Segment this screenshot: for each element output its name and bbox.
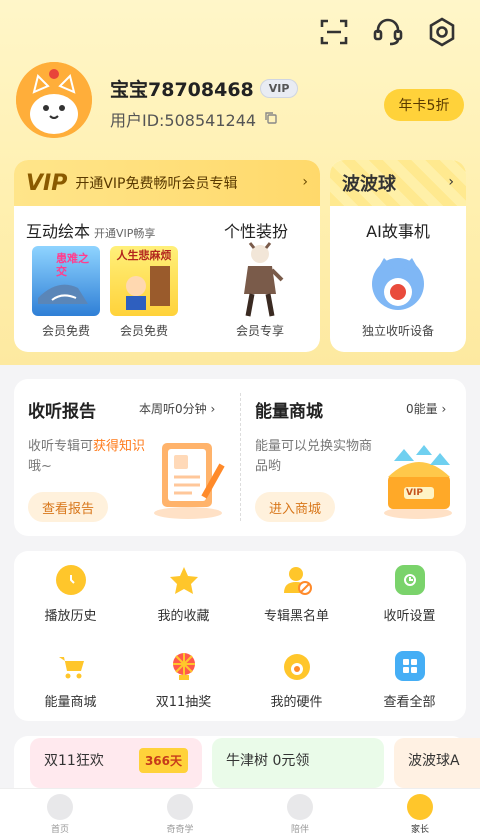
learn-icon (167, 793, 193, 820)
report-meta-text: 本周听0分钟 (139, 402, 207, 416)
tab-label: 家长 (410, 824, 429, 835)
tab-learn[interactable]: 奇奇学 (120, 789, 240, 839)
parent-icon (407, 793, 433, 820)
vip-banner[interactable]: VIP 开通VIP免费畅听会员专辑 (14, 160, 320, 206)
grid-item-blacklist[interactable]: 专辑黑名单 (240, 565, 353, 624)
copy-icon[interactable] (264, 110, 278, 129)
book-cover-2[interactable]: 人生悲麻烦 (110, 246, 178, 316)
chest-label: VIP (406, 488, 423, 498)
grid-label: 播放历史 (44, 609, 97, 624)
star-icon (169, 565, 199, 595)
book-caption-2: 会员免费 (119, 324, 168, 338)
grid-label: 查看全部 (383, 695, 436, 710)
report-desc-prefix: 收听专辑可 (28, 439, 94, 454)
costume-title: 个性装扮 (224, 222, 289, 241)
report-illustration (152, 437, 226, 519)
tab-parent[interactable]: 家长 (360, 789, 480, 839)
customer-service-icon[interactable] (368, 12, 408, 52)
vip-logo: VIP (26, 170, 68, 196)
bobo-device-image (366, 248, 430, 312)
grid-item-history[interactable]: 播放历史 (14, 565, 127, 624)
promo-badge: 366天 (138, 748, 188, 773)
avatar[interactable] (16, 62, 92, 138)
shop-title[interactable]: 能量商城 (255, 397, 323, 422)
report-meta[interactable]: 本周听0分钟 › (139, 400, 215, 417)
picture-book-sub: 开通VIP畅享 (94, 227, 156, 240)
view-report-button[interactable]: 查看报告 (28, 492, 109, 522)
vip-banner-text: 开通VIP免费畅听会员专辑 (75, 176, 238, 192)
settings-icon (394, 565, 425, 595)
scan-icon[interactable] (314, 12, 354, 52)
bobo-banner[interactable]: 波波球 (330, 160, 466, 206)
chevron-right-icon: › (448, 174, 454, 190)
grid-item-lottery[interactable]: 双11抽奖 (127, 651, 240, 710)
grid-label: 我的硬件 (270, 695, 323, 710)
report-desc-suffix: 哦~ (28, 459, 52, 474)
bobo-title: 波波球 (342, 174, 396, 195)
top-toolbar (314, 12, 462, 52)
user-id-row: 用户ID:508541244 (110, 107, 278, 131)
vip-card[interactable]: VIP 开通VIP免费畅听会员专辑 › 互动绘本 开通VIP畅享 个性装扮 患难之… (14, 160, 320, 352)
picture-book-label: 互动绘本 (26, 222, 91, 241)
grid-item-favorites[interactable]: 我的收藏 (127, 565, 240, 624)
promo-text: 牛津树 0元领 (226, 753, 310, 769)
picture-book-title: 互动绘本 开通VIP畅享 (26, 218, 155, 242)
book-cover-1[interactable]: 患难之交 (32, 246, 100, 316)
grid-label: 能量商城 (44, 695, 97, 710)
treasure-chest-image: VIP (380, 439, 458, 519)
costume-figure[interactable] (234, 242, 286, 318)
grid-icon (394, 651, 425, 681)
bobo-product: AI故事机 (366, 222, 430, 241)
promo-double11[interactable]: 双11狂欢 366天 (30, 738, 202, 788)
grid-label: 收听设置 (383, 609, 436, 624)
vip-badge: VIP (259, 79, 299, 98)
promo-text: 双11狂欢 (44, 753, 104, 769)
device-icon (282, 651, 312, 681)
shop-meta-text: 0能量 (406, 402, 438, 416)
tab-label: 陪伴 (290, 824, 309, 835)
report-title[interactable]: 收听报告 (28, 397, 96, 422)
grid-label: 专辑黑名单 (263, 609, 329, 624)
lottery-wheel-icon (169, 651, 199, 681)
promo-bobo[interactable]: 波波球A (394, 738, 480, 788)
panel-divider (240, 393, 241, 521)
tab-label: 奇奇学 (166, 824, 194, 835)
book-title-2: 人生悲麻烦 (116, 249, 172, 262)
year-card-button[interactable]: 年卡5折 (384, 89, 464, 121)
cart-icon (56, 651, 86, 681)
grid-item-energy-shop[interactable]: 能量商城 (14, 651, 127, 710)
clock-icon (55, 565, 86, 595)
chevron-right-icon: › (302, 174, 308, 190)
report-desc-highlight: 获得知识 (93, 439, 146, 454)
grid-item-hardware[interactable]: 我的硬件 (240, 651, 353, 710)
grid-item-listen-settings[interactable]: 收听设置 (353, 565, 466, 624)
tab-label: 首页 (50, 824, 69, 835)
grid-label: 双11抽奖 (155, 695, 212, 710)
home-icon (47, 793, 73, 820)
user-id: 用户ID:508541244 (110, 111, 257, 130)
shop-meta[interactable]: 0能量 › (406, 400, 446, 417)
user-block-icon (282, 565, 312, 595)
tab-companion[interactable]: 陪伴 (240, 789, 360, 839)
shop-desc: 能量可以兑换实物商品哟 (255, 439, 373, 474)
enter-shop-button[interactable]: 进入商城 (255, 492, 336, 522)
tab-home[interactable]: 首页 (0, 789, 120, 839)
bottom-tab-bar: 首页 奇奇学 陪伴 家长 (0, 788, 480, 839)
report-desc: 收听专辑可获得知识哦~ (28, 437, 152, 477)
nickname: 宝宝78708468 (110, 79, 254, 101)
grid-label: 我的收藏 (157, 609, 210, 624)
user-nickname-row: 宝宝78708468 VIP (110, 75, 299, 102)
promo-text: 波波球A (408, 753, 460, 769)
promo-oxford-tree[interactable]: 牛津树 0元领 (212, 738, 384, 788)
function-grid: 播放历史 我的收藏 专辑黑名单 收听设置 能量商城 双11抽奖 我的硬件 查看全… (14, 551, 466, 721)
book-caption-1: 会员免费 (41, 324, 90, 338)
bobo-card[interactable]: 波波球 › AI故事机 独立收听设备 (330, 160, 466, 352)
grid-item-view-all[interactable]: 查看全部 (353, 651, 466, 710)
book-title-1: 患难之交 (56, 252, 89, 278)
companion-icon (287, 793, 313, 820)
settings-icon[interactable] (422, 12, 462, 52)
costume-caption: 会员专享 (235, 324, 284, 338)
bobo-caption: 独立收听设备 (361, 324, 434, 338)
